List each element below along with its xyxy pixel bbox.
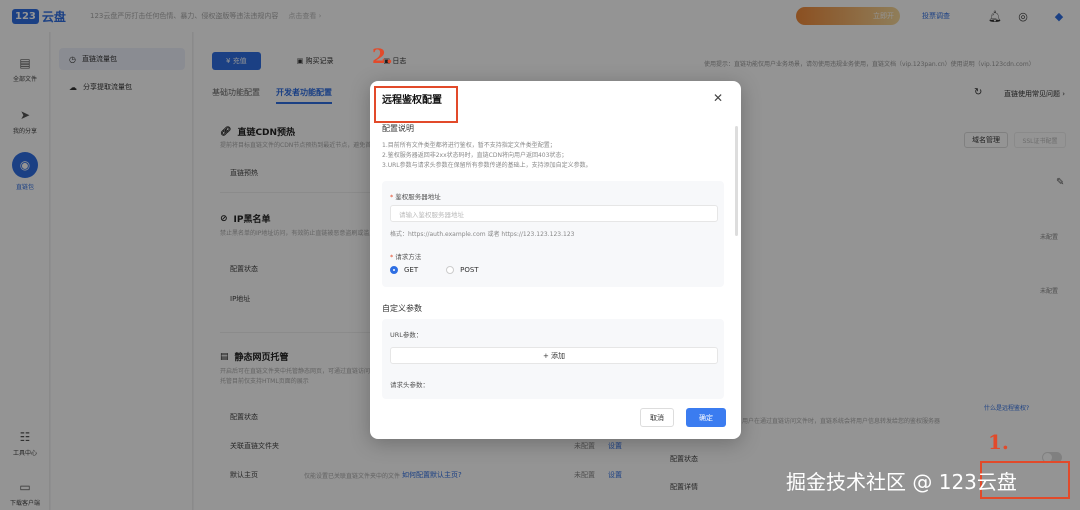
radio-get[interactable]: [390, 266, 398, 274]
custom-params-title: 自定义参数: [382, 304, 422, 313]
annotation-highlight-title: [374, 86, 458, 123]
add-label: 添加: [551, 351, 566, 360]
header-params-label: 请求头参数：: [390, 381, 429, 389]
radio-post[interactable]: [446, 266, 455, 274]
radio-get-label[interactable]: GET: [404, 266, 418, 274]
dialog-scrollbar[interactable]: [735, 126, 738, 236]
server-form-panel: * 鉴权服务器地址 请输入鉴权服务器地址 格式：https://auth.exam…: [382, 181, 724, 287]
cancel-button[interactable]: 取消: [640, 408, 674, 427]
label-text: 鉴权服务器地址: [395, 193, 441, 201]
custom-params-panel: URL参数： + 添加 请求头参数：: [382, 319, 724, 399]
url-params-label: URL参数：: [390, 331, 423, 339]
method-radio-group: GET POST: [390, 266, 479, 274]
server-address-label: * 鉴权服务器地址: [390, 193, 441, 201]
remote-auth-dialog: 远程鉴权配置 ✕ 配置说明 1.目前所有文件类型都将进行鉴权，暂不支持指定文件类…: [370, 81, 741, 439]
close-icon[interactable]: ✕: [713, 91, 723, 105]
label-text: 请求方法: [395, 253, 422, 261]
radio-post-label[interactable]: POST: [460, 266, 478, 274]
watermark: 掘金技术社区 @ 123云盘: [786, 470, 1017, 494]
annotation-step-1: 1.: [988, 430, 1009, 454]
config-desc-lines: 1.目前所有文件类型都将进行鉴权，暂不支持指定文件类型配置； 2.鉴权服务器返回…: [382, 141, 592, 171]
add-url-param-button[interactable]: + 添加: [390, 347, 718, 364]
confirm-button[interactable]: 确定: [686, 408, 726, 427]
server-address-hint: 格式：https://auth.example.com 或者 https://1…: [390, 231, 575, 238]
method-label: * 请求方法: [390, 253, 422, 261]
server-address-input[interactable]: 请输入鉴权服务器地址: [390, 205, 718, 222]
config-desc-title: 配置说明: [382, 124, 414, 133]
desc-line: 2.鉴权服务器返回非2xx状态码时，直链CDN将向用户返回403状态；: [382, 152, 568, 159]
annotation-step-2: 2.: [372, 44, 393, 68]
plus-icon: +: [542, 351, 552, 360]
desc-line: 3.URL参数与请求头参数在保留所有参数传递的基础上，支持添加自定义参数。: [382, 162, 592, 169]
desc-line: 1.目前所有文件类型都将进行鉴权，暂不支持指定文件类型配置；: [382, 142, 556, 149]
